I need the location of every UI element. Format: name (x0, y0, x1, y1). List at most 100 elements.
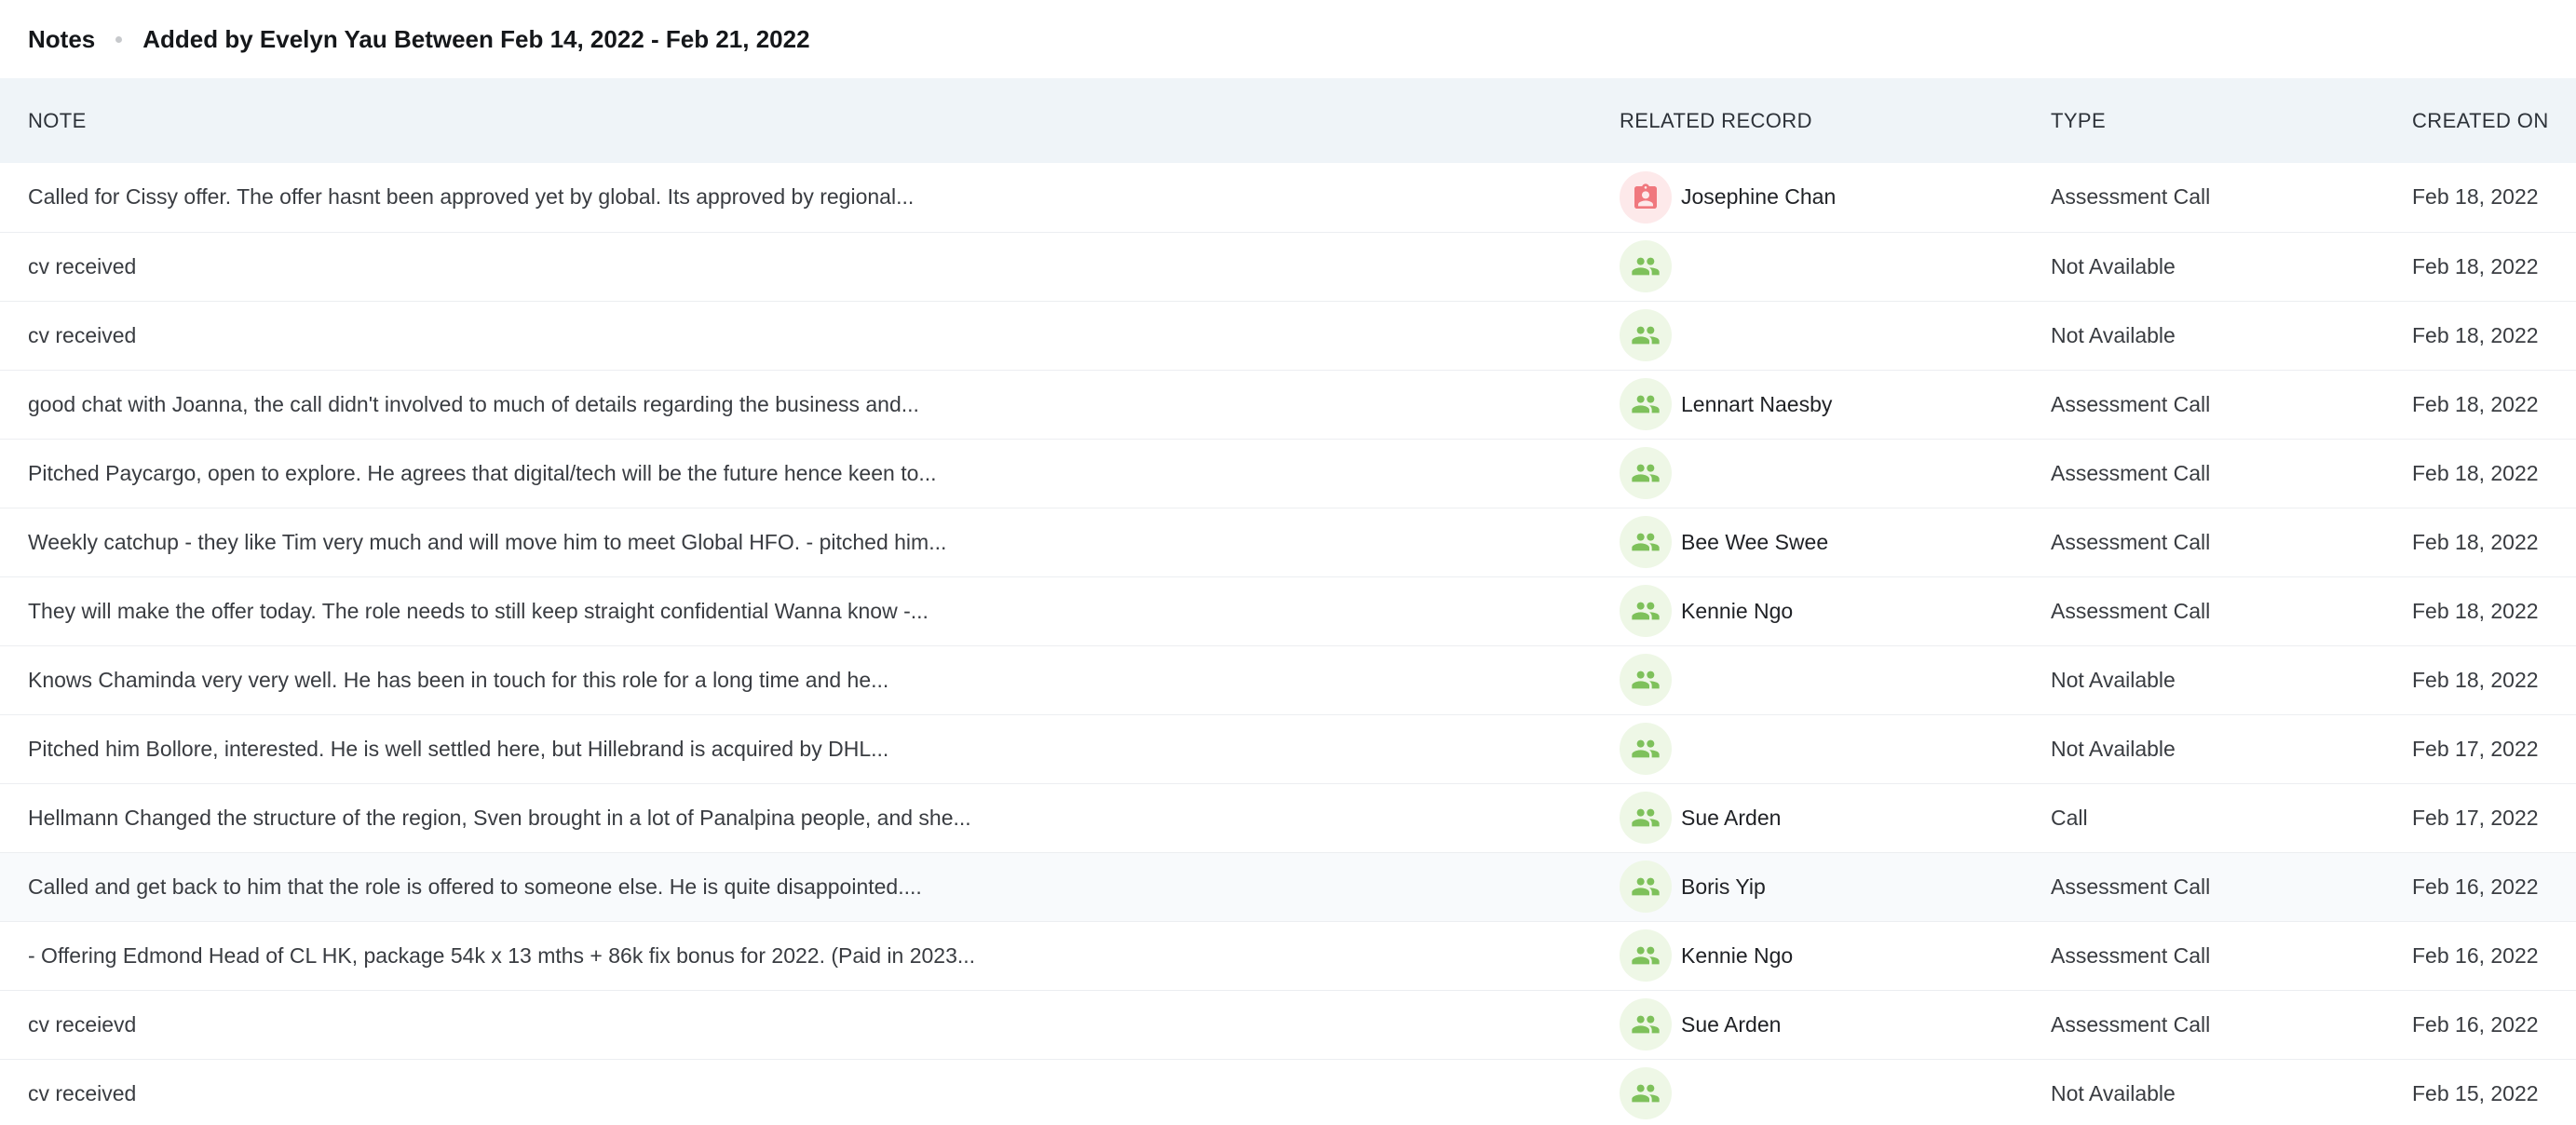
type-cell: Call (2051, 805, 2088, 830)
column-header-related-record[interactable]: RELATED RECORD (1592, 78, 2023, 163)
filter-summary: Added by Evelyn Yau Between Feb 14, 2022… (142, 24, 810, 53)
related-record-cell[interactable]: Boris Yip (1592, 852, 2023, 921)
note-cell[interactable]: Knows Chaminda very very well. He has be… (0, 645, 1592, 714)
note-cell[interactable]: Called for Cissy offer. The offer hasnt … (0, 163, 1592, 232)
people-icon (1620, 516, 1672, 568)
type-cell: Not Available (2051, 253, 2176, 278)
people-icon (1620, 723, 1672, 775)
note-cell[interactable]: They will make the offer today. The role… (0, 576, 1592, 645)
created-on-cell: Feb 16, 2022 (2412, 1011, 2539, 1037)
related-record-name[interactable]: Kennie Ngo (1681, 599, 1793, 624)
note-cell[interactable]: cv received (0, 1059, 1592, 1125)
type-cell: Assessment Call (2051, 874, 2211, 899)
column-header-type[interactable]: TYPE (2023, 78, 2384, 163)
table-row[interactable]: Pitched him Bollore, interested. He is w… (0, 714, 2576, 783)
people-icon (1620, 929, 1672, 982)
created-on-cell: Feb 16, 2022 (2412, 942, 2539, 968)
table-row[interactable]: good chat with Joanna, the call didn't i… (0, 370, 2576, 439)
related-record-cell[interactable]: Sue Arden (1592, 783, 2023, 852)
type-cell: Assessment Call (2051, 1011, 2211, 1037)
created-on-cell: Feb 17, 2022 (2412, 736, 2539, 761)
people-icon (1620, 998, 1672, 1050)
related-record-name[interactable]: Sue Arden (1681, 1012, 1781, 1037)
table-row[interactable]: Pitched Paycargo, open to explore. He ag… (0, 439, 2576, 508)
table-row[interactable]: cv received Not Available Feb 18, 2022 (0, 301, 2576, 370)
note-cell[interactable]: cv receievd (0, 990, 1592, 1059)
related-record-cell[interactable]: Josephine Chan (1592, 163, 2023, 232)
related-record-cell[interactable] (1592, 645, 2023, 714)
created-on-cell: Feb 16, 2022 (2412, 874, 2539, 899)
related-record-cell[interactable]: Kennie Ngo (1592, 576, 2023, 645)
people-icon (1620, 861, 1672, 913)
note-cell[interactable]: Called and get back to him that the role… (0, 852, 1592, 921)
related-record-cell[interactable] (1592, 439, 2023, 508)
created-on-cell: Feb 18, 2022 (2412, 529, 2539, 554)
type-cell: Not Available (2051, 667, 2176, 692)
table-row[interactable]: - Offering Edmond Head of CL HK, package… (0, 921, 2576, 990)
people-icon (1620, 792, 1672, 844)
related-record-cell[interactable]: Bee Wee Swee (1592, 508, 2023, 576)
notes-table: NOTE RELATED RECORD TYPE CREATED ON Call… (0, 78, 2576, 1125)
table-row[interactable]: Called for Cissy offer. The offer hasnt … (0, 163, 2576, 232)
related-record-name[interactable]: Lennart Naesby (1681, 392, 1832, 417)
table-row[interactable]: cv received Not Available Feb 15, 2022 (0, 1059, 2576, 1125)
type-cell: Assessment Call (2051, 942, 2211, 968)
table-row[interactable]: cv received Not Available Feb 18, 2022 (0, 232, 2576, 301)
related-record-name[interactable]: Josephine Chan (1681, 184, 1836, 210)
created-on-cell: Feb 18, 2022 (2412, 460, 2539, 485)
type-cell: Assessment Call (2051, 598, 2211, 623)
table-row[interactable]: Weekly catchup - they like Tim very much… (0, 508, 2576, 576)
people-icon (1620, 1067, 1672, 1119)
note-cell[interactable]: good chat with Joanna, the call didn't i… (0, 370, 1592, 439)
column-header-note[interactable]: NOTE (0, 78, 1592, 163)
related-record-name[interactable]: Boris Yip (1681, 874, 1766, 900)
people-icon (1620, 240, 1672, 292)
table-row[interactable]: Called and get back to him that the role… (0, 852, 2576, 921)
type-cell: Assessment Call (2051, 184, 2211, 210)
table-row[interactable]: cv receievd Sue Arden Assessment Call Feb 1… (0, 990, 2576, 1059)
note-cell[interactable]: Pitched Paycargo, open to explore. He ag… (0, 439, 1592, 508)
related-record-name[interactable]: Kennie Ngo (1681, 943, 1793, 969)
note-cell[interactable]: Hellmann Changed the structure of the re… (0, 783, 1592, 852)
type-cell: Assessment Call (2051, 460, 2211, 485)
related-record-cell[interactable] (1592, 232, 2023, 301)
type-cell: Assessment Call (2051, 391, 2211, 416)
related-record-name[interactable]: Bee Wee Swee (1681, 530, 1828, 555)
notes-header: Notes Added by Evelyn Yau Between Feb 14… (0, 0, 2576, 78)
related-record-cell[interactable]: Kennie Ngo (1592, 921, 2023, 990)
created-on-cell: Feb 18, 2022 (2412, 184, 2539, 210)
related-record-cell[interactable] (1592, 714, 2023, 783)
related-record-name[interactable]: Sue Arden (1681, 806, 1781, 831)
created-on-cell: Feb 18, 2022 (2412, 598, 2539, 623)
table-row[interactable]: Hellmann Changed the structure of the re… (0, 783, 2576, 852)
related-record-cell[interactable]: Sue Arden (1592, 990, 2023, 1059)
table-row[interactable]: Knows Chaminda very very well. He has be… (0, 645, 2576, 714)
column-header-created-on[interactable]: CREATED ON (2384, 78, 2576, 163)
related-record-cell[interactable] (1592, 1059, 2023, 1125)
related-record-cell[interactable]: Lennart Naesby (1592, 370, 2023, 439)
related-record-cell[interactable] (1592, 301, 2023, 370)
people-icon (1620, 309, 1672, 361)
note-cell[interactable]: cv received (0, 232, 1592, 301)
people-icon (1620, 654, 1672, 706)
people-icon (1620, 447, 1672, 499)
type-cell: Not Available (2051, 1080, 2176, 1105)
type-cell: Not Available (2051, 322, 2176, 347)
note-cell[interactable]: Weekly catchup - they like Tim very much… (0, 508, 1592, 576)
separator-dot (115, 35, 123, 43)
created-on-cell: Feb 18, 2022 (2412, 322, 2539, 347)
created-on-cell: Feb 18, 2022 (2412, 391, 2539, 416)
note-cell[interactable]: - Offering Edmond Head of CL HK, package… (0, 921, 1592, 990)
note-cell[interactable]: cv received (0, 301, 1592, 370)
created-on-cell: Feb 17, 2022 (2412, 805, 2539, 830)
table-row[interactable]: They will make the offer today. The role… (0, 576, 2576, 645)
created-on-cell: Feb 18, 2022 (2412, 253, 2539, 278)
type-cell: Not Available (2051, 736, 2176, 761)
table-header-row: NOTE RELATED RECORD TYPE CREATED ON (0, 78, 2576, 163)
note-cell[interactable]: Pitched him Bollore, interested. He is w… (0, 714, 1592, 783)
people-icon (1620, 378, 1672, 430)
contact-card-icon (1620, 170, 1672, 224)
type-cell: Assessment Call (2051, 529, 2211, 554)
created-on-cell: Feb 15, 2022 (2412, 1080, 2539, 1105)
created-on-cell: Feb 18, 2022 (2412, 667, 2539, 692)
